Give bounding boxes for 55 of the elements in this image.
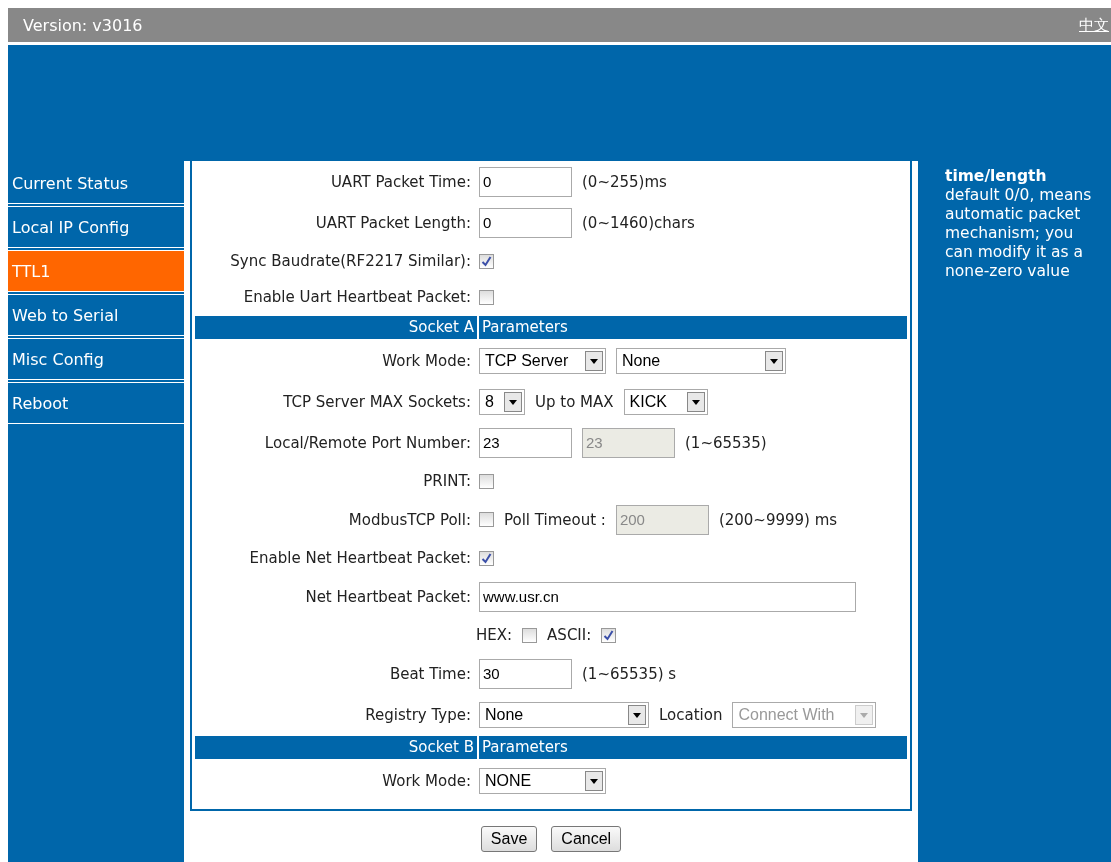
checkbox[interactable] <box>479 473 494 489</box>
menu-item[interactable]: Reboot <box>8 382 184 424</box>
menu-item[interactable]: Web to Serial <box>8 294 184 336</box>
field-label: Enable Net Heartbeat Packet: <box>248 549 472 567</box>
input-field[interactable]: 0 <box>479 207 572 238</box>
hint-text: Location <box>659 705 723 724</box>
language-link[interactable]: 中文 <box>1079 15 1109 35</box>
dropdown[interactable]: 8 <box>479 388 525 415</box>
checkbox[interactable] <box>479 512 494 527</box>
hint-text: (1~65535) <box>685 433 767 452</box>
checkbox[interactable] <box>522 627 538 643</box>
input-field[interactable]: 0 <box>479 166 572 197</box>
field-label: Net Heartbeat Packet: <box>304 587 472 606</box>
hint-text: ASCII: <box>547 626 592 644</box>
input-field[interactable]: 23 <box>479 427 572 458</box>
dropdown[interactable]: NONE <box>479 767 606 794</box>
hint-text: Up to MAX <box>535 392 614 411</box>
hint-text: (0~255)ms <box>582 172 667 191</box>
save-button[interactable]: Save <box>480 826 538 852</box>
field-label: Enable Uart Heartbeat Packet: <box>242 288 472 306</box>
field-label: TCP Server MAX Sockets: <box>282 392 472 411</box>
field-label: PRINT: <box>422 472 472 490</box>
checkbox[interactable] <box>479 253 494 269</box>
help-text: time/length default 0/0, means automatic packet mechanism; you can modify it as a none-zero value <box>945 167 1093 281</box>
hint-text: (1~65535) s <box>582 664 677 683</box>
checkbox[interactable] <box>601 627 617 643</box>
field-label: UART Packet Time: <box>329 172 472 191</box>
field-label: Registry Type: <box>364 705 472 724</box>
dropdown[interactable]: KICK <box>623 388 708 415</box>
field-label: Work Mode: <box>381 351 472 370</box>
hint-text: HEX: <box>476 626 513 644</box>
menu-item[interactable]: Local IP Config <box>8 206 184 248</box>
hint-text: Poll Timeout : <box>504 510 606 529</box>
hint-text: (0~1460)chars <box>582 213 695 232</box>
dropdown[interactable]: None <box>479 701 649 728</box>
field-label: Work Mode: <box>381 771 472 790</box>
cancel-button[interactable]: Cancel <box>551 826 622 852</box>
field-label: ModbusTCP Poll: <box>347 510 472 529</box>
section-title: Parameters <box>481 317 568 338</box>
field-label: Sync Baudrate(RF2217 Similar): <box>229 252 472 270</box>
checkbox[interactable] <box>479 550 494 566</box>
hint-text: (200~9999) ms <box>718 510 838 529</box>
input-field[interactable]: www.usr.cn <box>479 581 856 612</box>
section-label: Socket B <box>195 736 479 759</box>
section-label: Socket A <box>195 316 479 339</box>
section-title: Parameters <box>481 737 568 758</box>
dropdown[interactable]: None <box>616 347 786 374</box>
input-field[interactable]: 30 <box>479 658 572 689</box>
checkbox[interactable] <box>479 289 494 305</box>
field-label: Beat Time: <box>388 664 472 683</box>
dropdown[interactable]: TCP Server <box>479 347 606 374</box>
menu-item[interactable]: Misc Config <box>8 338 184 380</box>
field-label: UART Packet Length: <box>314 213 472 232</box>
field-label: Local/Remote Port Number: <box>263 433 472 452</box>
version-text: Version: v3016 <box>23 15 143 35</box>
